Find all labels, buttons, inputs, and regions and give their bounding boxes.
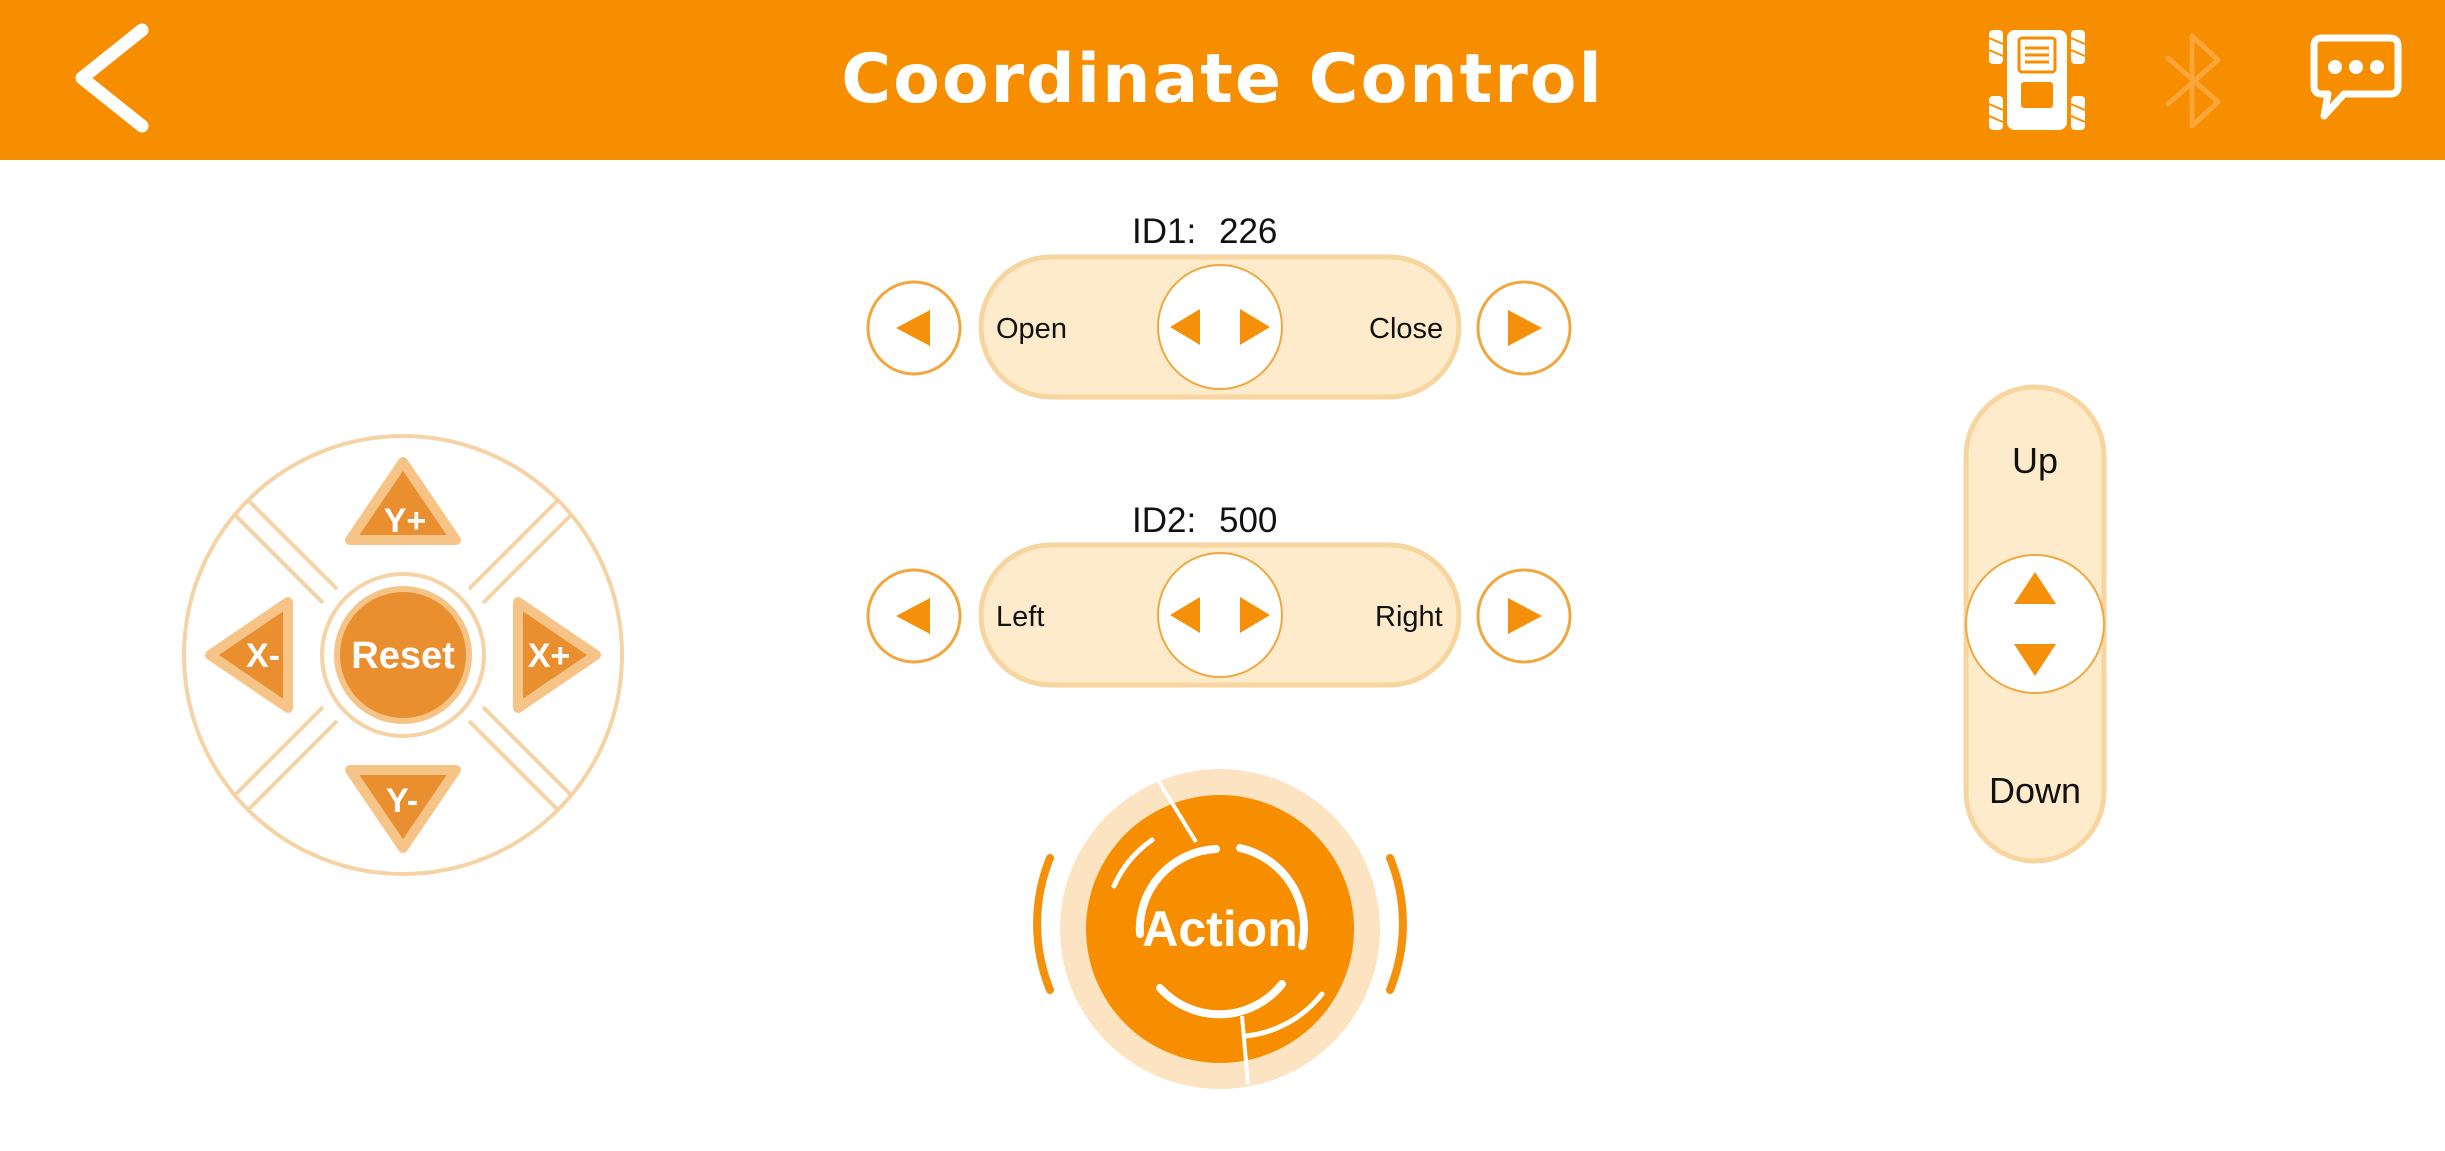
servo1-id-label: ID1: (1132, 212, 1197, 251)
servo2-slider-knob[interactable] (1157, 552, 1283, 678)
bluetooth-button[interactable] (2156, 26, 2236, 136)
robot-car-icon (1988, 30, 2086, 130)
bluetooth-icon (2165, 33, 2221, 129)
y-plus-label: Y+ (384, 502, 427, 540)
y-minus-label: Y- (386, 782, 418, 820)
x-plus-label: X+ (528, 637, 571, 675)
servo2-value: 500 (1219, 501, 1278, 540)
x-minus-label: X- (246, 637, 280, 675)
servo1-slider-knob[interactable] (1157, 264, 1283, 390)
servo1-close-label: Close (1369, 313, 1444, 345)
servo1-increase-button[interactable] (1476, 278, 1572, 378)
dpad: Y+ Y- X- X+ Reset (182, 434, 624, 876)
servo1-value: 226 (1219, 212, 1278, 251)
vertical-up-label: Up (2011, 440, 2059, 481)
servo2-right-label: Right (1375, 601, 1443, 633)
servo1-open-label: Open (996, 313, 1067, 345)
back-button[interactable] (60, 20, 160, 140)
vertical-slider-knob[interactable] (1965, 554, 2105, 694)
servo2-decrease-button[interactable] (866, 566, 962, 666)
chat-button[interactable] (2308, 32, 2404, 128)
servo1-decrease-button[interactable] (866, 278, 962, 378)
servo2-left-label: Left (996, 601, 1045, 633)
action-label: Action (1142, 901, 1298, 957)
servo2-increase-button[interactable] (1476, 566, 1572, 666)
servo2-id-label: ID2: (1132, 501, 1197, 540)
reset-label: Reset (351, 635, 455, 677)
action-button[interactable]: Action (1020, 766, 1420, 1096)
vertical-down-label: Down (1988, 770, 2082, 811)
robot-car-button[interactable] (1985, 24, 2089, 136)
chat-bubble-icon (2310, 34, 2402, 120)
reset-button[interactable]: Reset (320, 572, 486, 738)
chevron-left-icon (75, 23, 149, 133)
